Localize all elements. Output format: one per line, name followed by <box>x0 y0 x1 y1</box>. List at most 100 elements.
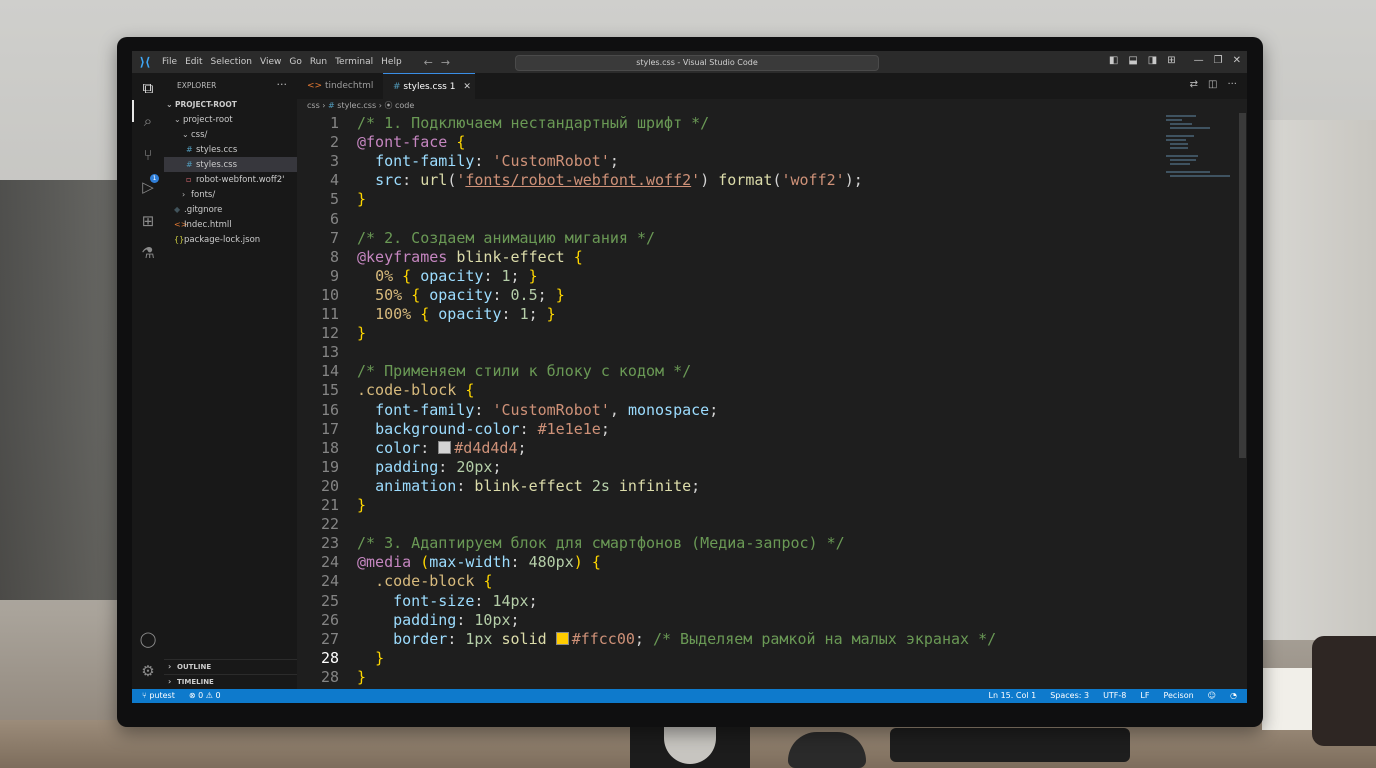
more-actions-icon[interactable]: ··· <box>1227 79 1237 90</box>
vertical-scrollbar[interactable] <box>1237 113 1247 689</box>
close-tab-icon[interactable]: ✕ <box>463 82 471 92</box>
code-token: @keyframes <box>357 247 448 266</box>
code-token: font-family <box>375 152 475 171</box>
css-file-icon: # <box>393 82 404 92</box>
code-line: 13 <box>297 343 1232 362</box>
code-token: 50% <box>375 285 403 304</box>
tree-item-label: fonts/ <box>191 190 216 200</box>
color-swatch[interactable] <box>438 440 452 454</box>
run-debug-icon[interactable]: ▷ <box>138 177 158 197</box>
line-number: 1 <box>329 114 339 132</box>
menu-item-selection[interactable]: Selection <box>207 57 256 67</box>
cursor-position[interactable]: Ln 15. Col 1 <box>989 689 1037 703</box>
search-icon[interactable]: ⌕ <box>138 111 158 131</box>
code-line: 28} <box>297 668 1232 687</box>
menu-item-run[interactable]: Run <box>306 57 331 67</box>
tree-item[interactable]: ⌄ project-root <box>164 112 307 127</box>
line-number: 24 <box>320 572 339 591</box>
code-line: 9 0% { opacity: 1; } <box>297 267 1232 286</box>
code-editor[interactable]: 1 /* 1. Подключаем нестандартный шрифт */… <box>297 113 1232 703</box>
line-number: 15 <box>320 381 339 400</box>
menu-item-edit[interactable]: Edit <box>181 57 206 67</box>
outline-section[interactable]: › OUTLINE <box>164 659 297 674</box>
customize-layout-icon[interactable]: ⊞ <box>1167 55 1175 66</box>
notifications-bell-icon[interactable]: ◔ <box>1230 689 1237 703</box>
menu-item-go[interactable]: Go <box>285 57 305 67</box>
chevron-right-icon: › <box>168 662 172 671</box>
eol-status[interactable]: LF <box>1140 689 1149 703</box>
branch-status[interactable]: ⑂ putest <box>142 689 175 703</box>
tree-item[interactable]: {}package-lock.json <box>164 232 307 247</box>
maximize-icon[interactable]: ❐ <box>1214 55 1223 66</box>
testing-flask-icon[interactable]: ⚗ <box>138 243 158 263</box>
feedback-icon[interactable]: ☺ <box>1208 689 1216 703</box>
compare-changes-icon[interactable]: ⇄ <box>1190 79 1198 90</box>
color-swatch[interactable] <box>555 631 569 645</box>
gear-icon[interactable]: ⚙ <box>138 661 158 681</box>
tab-index-html[interactable]: <> tindechtml <box>297 73 389 99</box>
toggle-sidebar-icon[interactable]: ◧ <box>1109 55 1118 66</box>
line-number: 4 <box>329 171 339 190</box>
tree-item[interactable]: # styles.ccs <box>164 142 319 157</box>
line-number: 14 <box>320 362 339 381</box>
tree-item[interactable]: <>Indec.htmll <box>164 217 307 232</box>
account-icon[interactable]: ◯ <box>138 629 158 649</box>
encoding-status[interactable]: UTF-8 <box>1103 689 1126 703</box>
file-type-icon: # <box>186 145 193 154</box>
minimap-line <box>1166 171 1210 173</box>
toggle-panel-icon[interactable]: ⬓ <box>1128 55 1137 66</box>
breadcrumb-item[interactable]: code <box>395 101 414 110</box>
split-editor-icon[interactable]: ◫ <box>1208 79 1217 90</box>
tree-item[interactable]: › fonts/ <box>164 187 315 202</box>
minimize-icon[interactable]: — <box>1194 55 1204 66</box>
chevron-down-icon: ⌄ <box>182 130 189 139</box>
scroll-thumb[interactable] <box>1239 113 1246 458</box>
code-token: 480px <box>528 553 574 572</box>
file-type-icon: ▫ <box>186 175 192 184</box>
tab-styles-css[interactable]: # styles.css 1 ✕ <box>383 73 475 100</box>
code-line: 5} <box>297 190 1232 209</box>
tree-item[interactable]: ▫ robot-webfont.woff2' <box>164 172 319 187</box>
breadcrumb-item[interactable]: css <box>307 101 320 110</box>
explorer-icon[interactable]: ⧉ <box>138 78 158 98</box>
breadcrumb-item[interactable]: stylec.css <box>337 101 376 110</box>
menu-item-help[interactable]: Help <box>377 57 406 67</box>
minimap-line <box>1170 159 1196 161</box>
code-line: 25 font-size: 14px; <box>297 592 1232 611</box>
extensions-icon[interactable]: ⊞ <box>138 211 158 231</box>
project-root-header[interactable]: ⌄ PROJECT-ROOT <box>164 97 297 112</box>
file-type-icon: # <box>186 160 193 169</box>
editor-actions: ⇄ ◫ ··· <box>1190 79 1237 90</box>
command-center-title[interactable]: styles.css - Visual Studio Code <box>515 55 879 71</box>
minimap[interactable] <box>1162 113 1232 223</box>
code-token: ; <box>492 457 502 476</box>
code-token: { <box>420 305 430 323</box>
source-control-icon[interactable]: ⑂ <box>138 145 158 165</box>
menu-item-file[interactable]: File <box>158 57 181 67</box>
language-status[interactable]: Pecison <box>1163 689 1193 703</box>
line-number: 9 <box>329 266 339 285</box>
problems-status[interactable]: ⊗ 0 ⚠ 0 <box>189 689 221 703</box>
more-actions-icon[interactable]: ··· <box>277 78 288 91</box>
tree-item[interactable]: ◆ .gitgnore <box>164 202 307 217</box>
tree-item-label: Indec.htmll <box>184 220 232 230</box>
menu-item-view[interactable]: View <box>256 57 285 67</box>
tree-item-label: .gitgnore <box>184 205 223 215</box>
code-line: 14 /* Применяем стили к блоку с кодом */ <box>297 362 1232 381</box>
tree-item[interactable]: # styles.css <box>164 157 319 172</box>
toggle-secondary-sidebar-icon[interactable]: ◨ <box>1148 55 1157 66</box>
indentation-status[interactable]: Spaces: 3 <box>1050 689 1089 703</box>
tree-item[interactable]: ⌄ css/ <box>164 127 315 142</box>
chevron-right-icon: › <box>168 677 172 686</box>
code-token: : <box>483 266 502 285</box>
minimap-line <box>1166 115 1196 117</box>
menu-item-terminal[interactable]: Terminal <box>331 57 377 67</box>
code-token: ; <box>528 591 538 610</box>
nav-arrows[interactable]: ←→ <box>424 56 458 69</box>
close-window-icon[interactable]: ✕ <box>1233 55 1241 66</box>
timeline-section[interactable]: › TIMELINE <box>164 674 297 689</box>
